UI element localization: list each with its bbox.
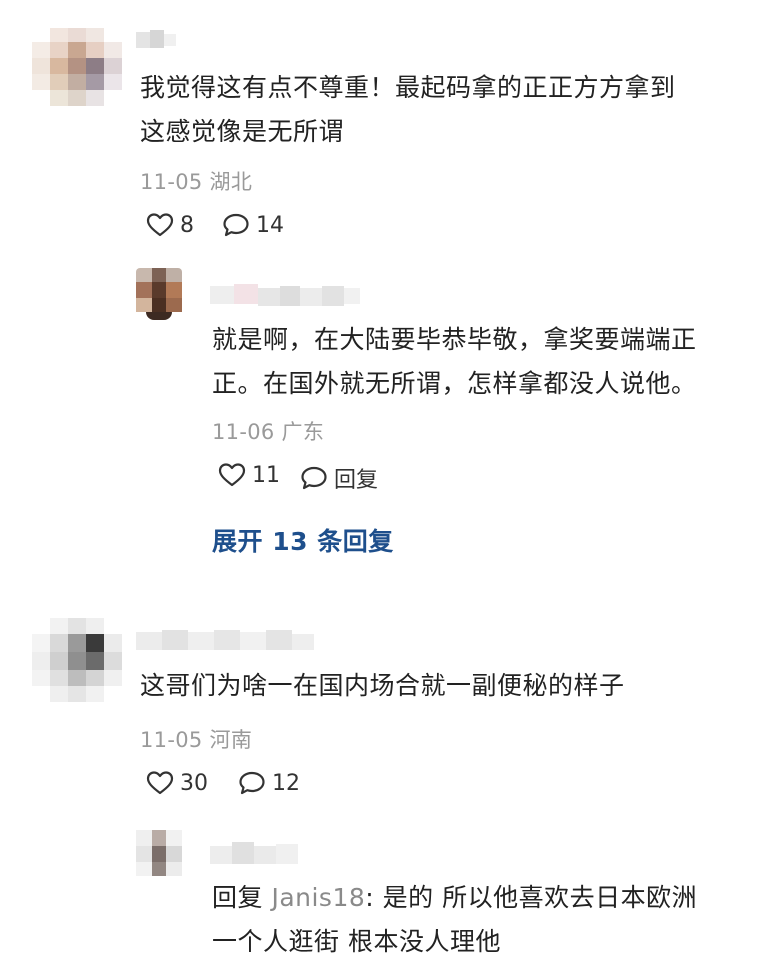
- comment-bubble-icon: [223, 213, 249, 237]
- comment-text: 这哥们为啥一在国内场合就一副便秘的样子: [140, 671, 625, 700]
- avatar[interactable]: [32, 28, 122, 108]
- reply-meta: 11-06 广东: [212, 416, 324, 446]
- reply-button[interactable]: 回复: [300, 462, 378, 494]
- like-count: 11: [252, 462, 280, 488]
- comment-date: 11-05: [140, 728, 203, 752]
- reply-count: 12: [272, 770, 300, 796]
- comment-meta: 11-05 河南: [140, 724, 252, 754]
- reply-text-rest: : 是的 所以他喜欢去日本欧洲: [365, 883, 698, 912]
- username[interactable]: [210, 282, 360, 310]
- avatar[interactable]: [32, 618, 122, 702]
- heart-icon: [146, 771, 174, 795]
- reply-prefix: 回复: [212, 883, 272, 912]
- avatar[interactable]: [136, 268, 182, 320]
- avatar[interactable]: [136, 830, 182, 876]
- reply-text: 就是啊，在大陆要毕恭毕敬，拿奖要端端正 正。在国外就无所谓，怎样拿都没人说他。: [212, 325, 697, 398]
- comment-location: 湖北: [209, 170, 253, 194]
- comment-button[interactable]: 12: [238, 770, 300, 796]
- comment-location: 河南: [209, 728, 253, 752]
- like-button[interactable]: 30: [146, 770, 208, 796]
- comment-button[interactable]: 14: [222, 212, 284, 238]
- heart-icon: [146, 213, 174, 237]
- username[interactable]: [210, 840, 302, 868]
- mention-link[interactable]: Janis18: [271, 883, 365, 912]
- like-count: 30: [180, 770, 208, 796]
- heart-icon: [218, 463, 246, 487]
- comment-date: 11-05: [140, 170, 203, 194]
- comment-meta: 11-05 湖北: [140, 166, 252, 196]
- username[interactable]: [136, 30, 180, 50]
- username[interactable]: [136, 628, 316, 654]
- reply-date: 11-06: [212, 420, 275, 444]
- reply-label: 回复: [334, 468, 379, 493]
- like-button[interactable]: 8: [146, 212, 194, 238]
- expand-replies-button[interactable]: 展开 13 条回复: [212, 522, 394, 558]
- reply-count: 14: [256, 212, 284, 238]
- like-count: 8: [180, 212, 194, 238]
- reply-location: 广东: [281, 420, 325, 444]
- comment-bubble-icon: [301, 466, 327, 490]
- comment-bubble-icon: [239, 771, 265, 795]
- like-button[interactable]: 11: [218, 462, 280, 488]
- comment-text: 我觉得这有点不尊重！最起码拿的正正方方拿到 这感觉像是无所谓: [140, 73, 676, 146]
- reply-text: 回复 Janis18: 是的 所以他喜欢去日本欧洲 一个人逛街 根本没人理他: [212, 883, 698, 956]
